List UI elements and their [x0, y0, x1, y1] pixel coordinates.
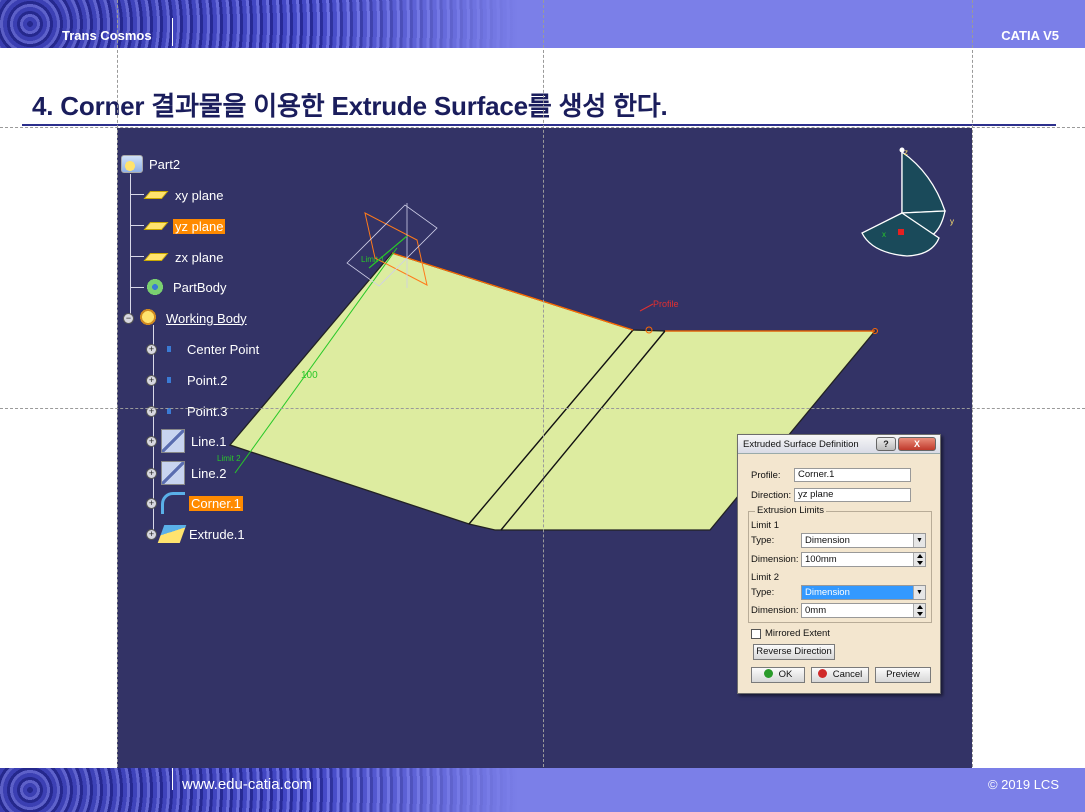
spinner-icon [913, 604, 925, 617]
guide-line [117, 0, 118, 812]
tree-root-part[interactable]: Part2 [121, 154, 182, 174]
mirrored-extent-label: Mirrored Extent [765, 628, 830, 639]
ok-button[interactable]: OK [751, 667, 805, 683]
tree-item-line1[interactable]: + Line.1 [146, 429, 228, 453]
limit2-dim-label: Dimension: [751, 605, 799, 616]
tree-item-working-body[interactable]: − Working Body [123, 308, 249, 328]
title-underline [22, 124, 1056, 126]
plane-icon [143, 191, 169, 199]
chevron-down-icon: ▼ [913, 534, 925, 547]
guide-line [972, 0, 973, 812]
limit1-dim-label: Dimension: [751, 554, 799, 565]
tree-item-zx-plane[interactable]: zx plane [143, 247, 225, 267]
point-icon [167, 346, 171, 352]
svg-text:x: x [882, 230, 886, 239]
chevron-down-icon: ▼ [913, 586, 925, 599]
tree-item-line2[interactable]: + Line.2 [146, 461, 228, 485]
svg-text:z: z [904, 148, 908, 157]
tree-item-point2[interactable]: + Point.2 [146, 370, 229, 390]
reverse-direction-button[interactable]: Reverse Direction [753, 644, 835, 660]
extrude-icon [157, 525, 187, 543]
tree-item-xy-plane[interactable]: xy plane [143, 185, 225, 205]
limit1-type-label: Type: [751, 535, 775, 546]
profile-leader [639, 303, 654, 312]
cancel-button[interactable]: Cancel [811, 667, 869, 683]
limit2-title: Limit 2 [751, 572, 779, 583]
page-title: 4. Corner 결과물을 이용한 Extrude Surface를 생성 한… [32, 91, 668, 121]
limit2-type-select[interactable]: Dimension ▼ [801, 585, 926, 600]
footer-divider [172, 768, 173, 790]
plane-icon [143, 253, 169, 261]
line-icon [161, 461, 185, 485]
profile-label: Profile [653, 299, 679, 309]
limit2-dimension-stepper[interactable]: 0mm [801, 603, 926, 618]
gear-icon [145, 278, 165, 296]
svg-text:y: y [950, 217, 954, 226]
expand-icon[interactable]: + [146, 467, 157, 479]
expand-icon[interactable]: + [146, 497, 157, 509]
profile-label: Profile: [751, 469, 781, 481]
website-link[interactable]: www.edu-catia.com [182, 776, 312, 793]
limit1-title: Limit 1 [751, 520, 779, 531]
brand-name: Trans Cosmos [62, 28, 152, 43]
corner-icon [161, 492, 185, 514]
collapse-icon[interactable]: − [123, 312, 134, 324]
guide-line [543, 0, 544, 812]
line-icon [161, 429, 185, 453]
profile-field[interactable]: Corner.1 [794, 468, 911, 482]
tree-item-point3[interactable]: + Point.3 [146, 401, 229, 421]
tree-item-corner1[interactable]: + Corner.1 [146, 492, 243, 514]
dialog-title: Extruded Surface Definition [743, 438, 859, 450]
help-button[interactable]: ? [876, 437, 896, 451]
limit1-dimension-stepper[interactable]: 100mm [801, 552, 926, 567]
product-name: CATIA V5 [1001, 28, 1059, 43]
expand-icon[interactable]: + [146, 435, 157, 447]
tree-item-extrude1[interactable]: + Extrude.1 [146, 524, 247, 544]
close-button[interactable]: X [898, 437, 936, 451]
expand-icon[interactable]: + [146, 528, 157, 540]
spinner-icon [913, 553, 925, 566]
direction-field[interactable]: yz plane [794, 488, 911, 502]
direction-label: Direction: [751, 489, 792, 501]
mirrored-extent-checkbox[interactable] [751, 628, 761, 639]
ok-icon [763, 669, 773, 678]
tree-item-yz-plane[interactable]: yz plane [143, 216, 226, 236]
limit2-type-label: Type: [751, 587, 775, 598]
copyright-text: © 2019 LCS [987, 777, 1059, 792]
tree-label-part2: Part2 [149, 156, 181, 172]
specification-tree[interactable]: Part2 xy plane yz plane zx plane PartBod… [117, 128, 417, 568]
point-icon [167, 377, 171, 383]
expand-icon[interactable]: + [146, 374, 157, 386]
slide-footer: www.edu-catia.com © 2019 LCS [0, 768, 1085, 812]
brand-divider [172, 18, 173, 46]
preview-button[interactable]: Preview [875, 667, 931, 683]
limit1-type-select[interactable]: Dimension ▼ [801, 533, 926, 548]
cancel-icon [817, 669, 827, 678]
tree-item-center-point[interactable]: + Center Point [146, 339, 261, 359]
expand-icon[interactable]: + [146, 343, 157, 355]
body-icon [138, 309, 158, 327]
tree-item-partbody[interactable]: PartBody [145, 277, 228, 297]
extruded-surface-dialog[interactable]: Extruded Surface Definition ? X Profile:… [737, 434, 941, 694]
compass-widget[interactable]: z y x [861, 147, 954, 257]
plane-icon [143, 222, 169, 230]
group-title: Extrusion Limits [755, 505, 827, 516]
part-icon [121, 155, 143, 173]
